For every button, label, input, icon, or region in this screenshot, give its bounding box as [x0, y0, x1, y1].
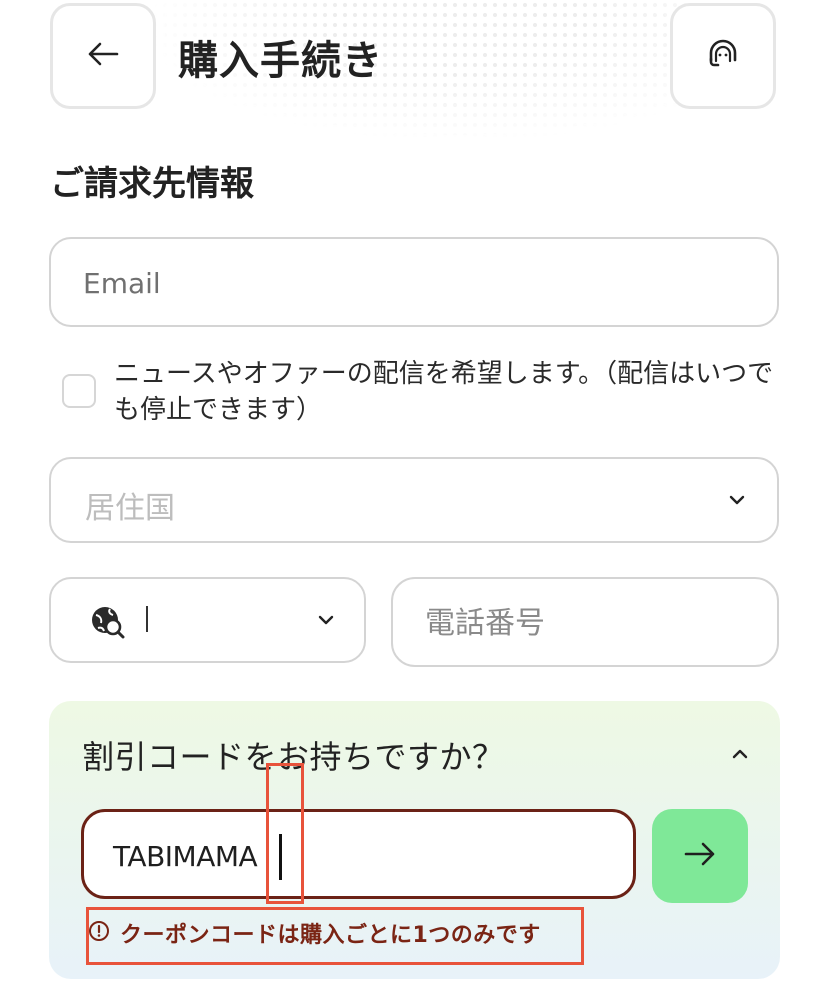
- highlight-box-cursor: [266, 763, 304, 904]
- newsletter-checkbox[interactable]: [62, 374, 96, 408]
- back-button[interactable]: [50, 3, 156, 109]
- arrow-left-icon: [83, 34, 123, 78]
- phone-field-wrapper: [391, 577, 779, 667]
- support-button[interactable]: [670, 3, 776, 109]
- phone-input[interactable]: [423, 579, 757, 667]
- newsletter-label: ニュースやオファーの配信を希望します。（配信はいつでも停止できます）: [114, 359, 774, 425]
- headset-icon: [703, 34, 743, 78]
- page-title: 購入手続き: [178, 38, 383, 84]
- chevron-down-icon: [726, 489, 748, 515]
- globe-search-icon: [88, 603, 126, 645]
- chevron-down-icon: [315, 609, 337, 635]
- country-select-placeholder: 居住国: [85, 491, 175, 526]
- arrow-right-icon: [680, 834, 720, 878]
- chevron-up-icon[interactable]: [728, 742, 752, 770]
- country-select[interactable]: 居住国: [49, 457, 779, 543]
- email-input[interactable]: [81, 239, 745, 327]
- dial-code-separator: [146, 606, 148, 632]
- highlight-box-error: [86, 907, 584, 965]
- billing-section-title: ご請求先情報: [50, 164, 254, 204]
- apply-coupon-button[interactable]: [652, 809, 748, 903]
- dial-code-select[interactable]: [49, 577, 366, 663]
- email-field-wrapper: [49, 237, 779, 327]
- coupon-input-value: TABIMAMA: [113, 840, 258, 873]
